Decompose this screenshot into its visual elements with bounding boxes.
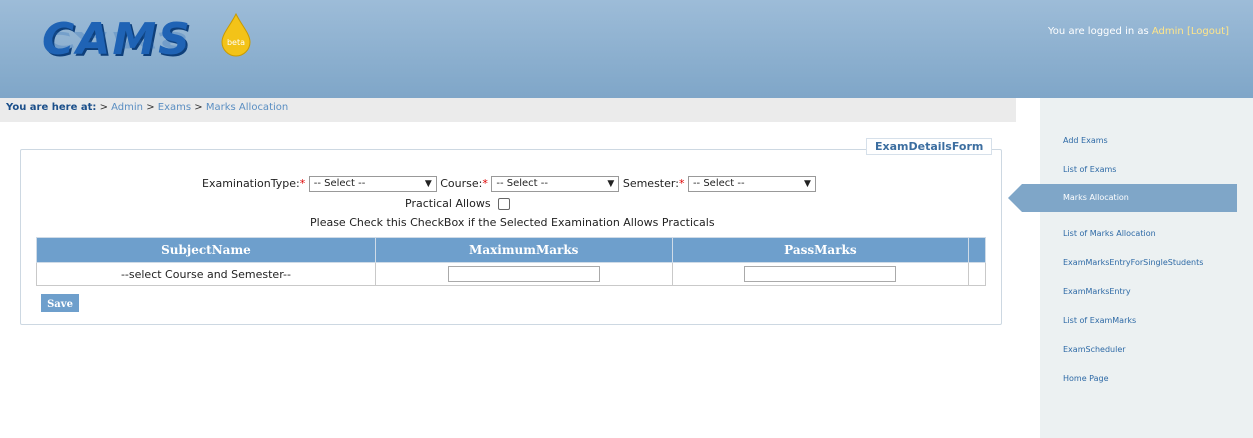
pass-marks-cell [671, 262, 970, 286]
login-prefix: You are logged in as [1048, 26, 1149, 37]
user-link[interactable]: Admin [1152, 26, 1184, 37]
table-row: --select Course and Semester-- [36, 262, 986, 286]
marks-table: SubjectName MaximumMarks PassMarks --sel… [36, 237, 986, 286]
sidebar-item-exam-scheduler[interactable]: ExamScheduler [1063, 345, 1126, 354]
sidebar-item-home-page[interactable]: Home Page [1063, 374, 1109, 383]
save-button[interactable]: Save [41, 294, 79, 312]
required-mark: * [678, 177, 685, 190]
breadcrumb-exams[interactable]: Exams [158, 102, 191, 113]
course-label: Course: [440, 177, 483, 190]
cams-logo: CAMS CAMS beta [42, 12, 272, 74]
breadcrumb-marks-allocation[interactable]: Marks Allocation [206, 102, 288, 113]
sidebar-item-add-exams[interactable]: Add Exams [1063, 136, 1108, 145]
column-spacer [968, 237, 986, 263]
column-maximum-marks: MaximumMarks [374, 237, 673, 263]
beta-badge: beta [227, 38, 245, 47]
exam-type-value: -- Select -- [313, 178, 366, 189]
sidebar: Add Exams List of Exams Marks Allocation… [1008, 98, 1253, 438]
semester-select[interactable]: -- Select -- ▼ [687, 176, 816, 192]
header-bar: CAMS CAMS beta You are logged in as Admi… [0, 0, 1253, 98]
table-header-row: SubjectName MaximumMarks PassMarks [36, 237, 986, 263]
sidebar-item-marks-allocation[interactable]: Marks Allocation [1008, 184, 1237, 212]
logo-reflection: CAMS [42, 26, 192, 53]
practical-note: Please Check this CheckBox if the Select… [310, 216, 715, 229]
fieldset-legend: ExamDetailsForm [866, 138, 993, 155]
practical-checkbox[interactable] [498, 198, 511, 210]
maximum-marks-cell [374, 262, 673, 286]
pass-marks-input[interactable] [744, 266, 897, 282]
sidebar-item-list-of-exam-marks[interactable]: List of ExamMarks [1063, 316, 1136, 325]
course-select[interactable]: -- Select -- ▼ [491, 176, 620, 192]
maximum-marks-input[interactable] [447, 266, 600, 282]
practical-label: Practical Allows [405, 197, 491, 210]
sidebar-item-list-of-marks-allocation[interactable]: List of Marks Allocation [1063, 229, 1156, 238]
sidebar-item-list-of-exams[interactable]: List of Exams [1063, 165, 1116, 174]
logout-link[interactable]: [Logout] [1187, 26, 1229, 37]
practical-row: Practical Allows [405, 197, 511, 210]
semester-value: -- Select -- [692, 178, 745, 189]
course-value: -- Select -- [496, 178, 548, 189]
exam-type-select[interactable]: -- Select -- ▼ [308, 176, 437, 192]
breadcrumb-admin[interactable]: Admin [111, 102, 143, 113]
chevron-down-icon: ▼ [424, 179, 432, 189]
sidebar-item-exam-marks-entry[interactable]: ExamMarksEntry [1063, 287, 1131, 296]
required-mark: * [482, 177, 488, 190]
spacer-cell [968, 262, 986, 286]
sidebar-item-label: Marks Allocation [1063, 193, 1129, 202]
breadcrumb-lead: You are here at: [6, 102, 97, 113]
breadcrumb-separator: > [146, 102, 155, 113]
chevron-down-icon: ▼ [804, 179, 811, 189]
breadcrumb-separator: > [99, 102, 108, 113]
column-pass-marks: PassMarks [671, 237, 970, 263]
login-status: You are logged in as Admin [Logout] [1048, 26, 1229, 37]
chevron-down-icon: ▼ [607, 179, 615, 189]
beta-drop-icon: beta [221, 12, 251, 57]
required-mark: * [299, 177, 306, 190]
sidebar-item-exam-marks-entry-single[interactable]: ExamMarksEntryForSingleStudents [1063, 258, 1203, 267]
column-subject-name: SubjectName [36, 237, 376, 263]
breadcrumb: You are here at: > Admin > Exams > Marks… [0, 98, 1016, 122]
breadcrumb-separator: > [194, 102, 203, 113]
selector-row: ExaminationType:* -- Select -- ▼ Course:*… [202, 176, 816, 192]
exam-type-label: ExaminationType: [202, 177, 300, 190]
empty-row-message: --select Course and Semester-- [36, 262, 376, 286]
semester-label: Semester: [622, 177, 679, 190]
